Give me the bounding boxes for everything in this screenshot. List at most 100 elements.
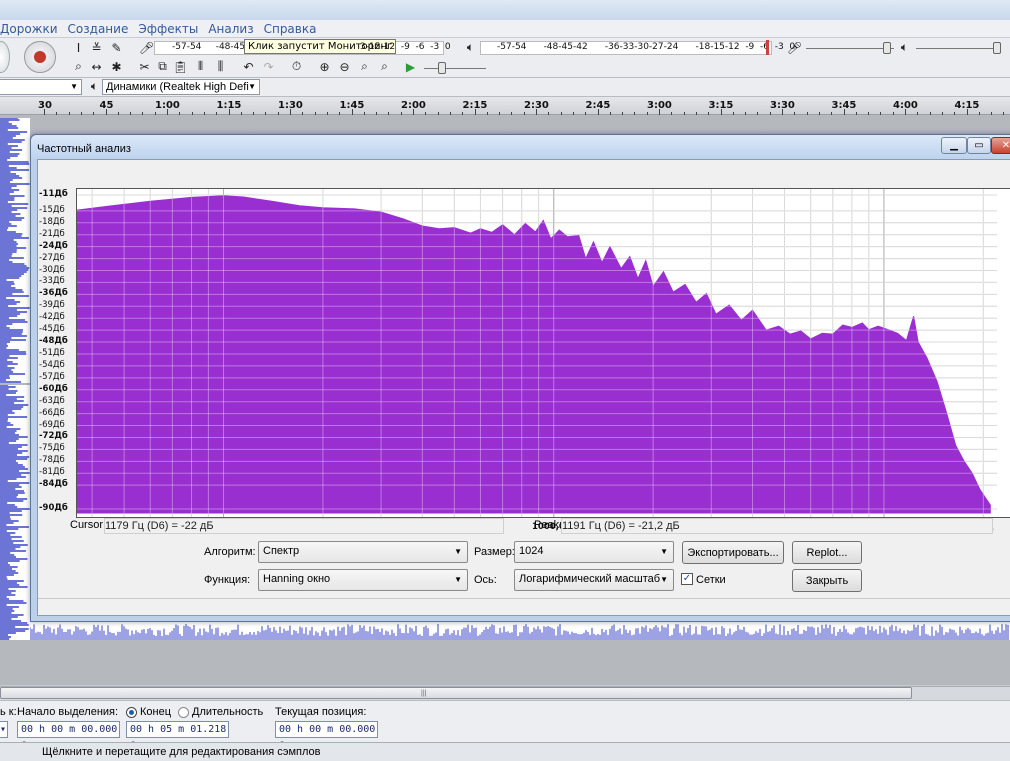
record-button[interactable] <box>24 41 56 73</box>
peak-label: Peak: <box>534 519 563 531</box>
envelope-tool-icon[interactable]: ≚ <box>88 39 105 56</box>
mic-icon[interactable]: 🎤︎ <box>138 39 155 56</box>
axis-select[interactable]: Логарифмический масштаб ▼ <box>514 569 674 591</box>
algorithm-select[interactable]: Спектр ▼ <box>258 541 468 563</box>
play-at-speed-icon[interactable]: ▶ <box>402 58 419 75</box>
paste-icon[interactable]: 📋︎ <box>172 58 189 75</box>
undo-icon[interactable]: ↶ <box>240 58 257 75</box>
grid-checkbox-label: Сетки <box>696 574 726 586</box>
y-tick-label: -27Дб <box>39 252 65 263</box>
export-button[interactable]: Экспортировать... <box>682 541 784 564</box>
grid-checkbox[interactable]: ✓ <box>681 573 693 585</box>
grip-icon: ||| <box>421 690 427 697</box>
track-waveform-right[interactable] <box>0 384 30 640</box>
track-waveform-left[interactable] <box>0 117 30 383</box>
menu-analyze[interactable]: Анализ <box>208 22 253 36</box>
end-radio-label: Конец <box>140 706 172 718</box>
dialog-title: Частотный анализ <box>37 143 131 155</box>
y-tick-label: -66Дб <box>39 407 65 418</box>
fit-project-icon[interactable]: ⌕ <box>376 58 393 75</box>
y-tick-label: -21Дб <box>39 228 65 239</box>
menu-effects[interactable]: Эффекты <box>138 22 198 36</box>
close-window-button[interactable]: ✕ <box>991 137 1010 154</box>
fit-selection-icon[interactable]: ⌕ <box>356 58 373 75</box>
y-tick-label: -36Дб <box>39 288 68 299</box>
cut-icon[interactable]: ✂ <box>136 58 153 75</box>
playback-volume-thumb[interactable] <box>993 42 1001 54</box>
y-tick-label: -75Дб <box>39 443 65 454</box>
play-speed-thumb[interactable] <box>438 62 446 74</box>
selection-toolbar: ь к: Начало выделения: Конец Длительност… <box>0 700 1010 750</box>
mic-volume-thumb[interactable] <box>883 42 891 54</box>
y-tick-label: -63Дб <box>39 395 65 406</box>
dialog-titlebar[interactable]: Частотный анализ <box>31 135 1010 159</box>
replot-button[interactable]: Replot... <box>792 541 862 564</box>
minimize-button[interactable]: ▁ <box>941 137 967 154</box>
size-select[interactable]: 1024 ▼ <box>514 541 674 563</box>
snap-select[interactable]: ▾ <box>0 721 8 738</box>
y-tick-label: -18Дб <box>39 216 65 227</box>
sync-lock-icon[interactable]: ⏱ <box>288 58 305 75</box>
y-tick-label: -51Дб <box>39 347 65 358</box>
status-text: Щёлкните и перетащите для редактирования… <box>42 746 321 758</box>
position-label: Текущая позиция: <box>275 706 367 718</box>
menu-bar: Дорожки Создание Эффекты Анализ Справка <box>0 20 1010 38</box>
play-speed-slider[interactable] <box>424 68 486 69</box>
dialog-body: -11Дб -15Дб -18Дб -21Дб -24Дб -27Дб -30Дб -33Дб… <box>37 159 1010 616</box>
multi-tool-icon[interactable]: ✱ <box>108 58 125 75</box>
speaker-icon[interactable]: 🔈︎ <box>462 39 479 56</box>
pause-button[interactable] <box>0 41 10 73</box>
length-radio-label: Длительность <box>192 706 264 718</box>
cursor-readout: 1179 Гц (D6) = -22 дБ <box>104 518 504 534</box>
selection-tool-icon[interactable]: I <box>70 39 87 56</box>
close-button[interactable]: Закрыть <box>792 569 862 592</box>
y-tick-label: -30Дб <box>39 264 65 275</box>
input-device-select[interactable]: ▼ <box>0 79 82 95</box>
y-tick-label: -15Дб <box>39 204 65 215</box>
silence-icon[interactable]: ⫼ <box>212 58 229 75</box>
zoom-out-icon[interactable]: ⊖ <box>336 58 353 75</box>
dialog-divider <box>38 598 1010 599</box>
trim-icon[interactable]: ⫴ <box>192 58 209 75</box>
end-radio[interactable] <box>126 707 137 718</box>
rec-meter-label: -57-54 -48-45 <box>172 42 246 52</box>
menu-generate[interactable]: Создание <box>68 22 129 36</box>
waveform-left-svg <box>0 117 30 383</box>
y-tick-label: -24Дб <box>39 240 68 251</box>
zoom-tool-icon[interactable]: ⌕ <box>70 58 87 75</box>
copy-icon[interactable]: ⧉ <box>154 58 171 75</box>
y-tick-label: -60Дб <box>39 383 68 394</box>
y-tick-label: -81Дб <box>39 467 65 478</box>
position-field[interactable]: 00 h 00 m 00.000 s▾ <box>275 721 378 750</box>
spectrum-svg <box>76 189 997 517</box>
y-tick-label: -84Дб <box>39 479 68 490</box>
y-tick-label: -33Дб <box>39 276 65 287</box>
maximize-button[interactable]: ▭ <box>967 137 991 154</box>
window-function-select[interactable]: Hanning окно ▼ <box>258 569 468 591</box>
output-device-select[interactable]: Динамики (Realtek High Defi ▼ <box>102 79 260 95</box>
play-meter-label: -57-54 -48-45-42 -36-33-30-27-24 -18-15-… <box>497 42 796 52</box>
playback-volume-slider[interactable] <box>916 48 1000 49</box>
selection-start-label: Начало выделения: <box>17 706 119 718</box>
selection-start-field[interactable]: 00 h 00 m 00.000 s▾ <box>17 721 120 750</box>
menu-help[interactable]: Справка <box>264 22 317 36</box>
draw-tool-icon[interactable]: ✎ <box>108 39 125 56</box>
selection-end-field[interactable]: 00 h 05 m 01.218 s▾ <box>126 721 229 750</box>
meter-clip-marker <box>766 40 769 55</box>
toolbar-area: I ≚ ✎ ⌕ ↔ ✱ 🎤︎ -57-54 -48-45 Клик запуст… <box>0 38 1010 78</box>
record-icon <box>34 51 46 63</box>
length-radio[interactable] <box>178 707 189 718</box>
y-tick-label: -11Дб <box>39 188 68 199</box>
redo-icon[interactable]: ↷ <box>260 58 277 75</box>
zoom-in-icon[interactable]: ⊕ <box>316 58 333 75</box>
size-label: Размер: <box>474 546 515 558</box>
timeshift-tool-icon[interactable]: ↔ <box>88 58 105 75</box>
mic-volume-slider[interactable] <box>806 48 894 49</box>
spectrum-plot[interactable] <box>76 188 1010 518</box>
frequency-analysis-dialog: Частотный анализ ▁ ▭ ✕ -11Дб -15Дб -18Дб -2… <box>30 134 1010 622</box>
menu-tracks[interactable]: Дорожки <box>0 22 58 36</box>
timeline-ruler[interactable]: 30 45 1:00 1:15 1:30 1:45 2:00 2:15 2:30 2:45 3:00… <box>0 97 1010 115</box>
horizontal-scroll-thumb[interactable]: ||| <box>0 687 912 699</box>
y-tick-label: -57Дб <box>39 371 65 382</box>
y-tick-label: -78Дб <box>39 455 65 466</box>
